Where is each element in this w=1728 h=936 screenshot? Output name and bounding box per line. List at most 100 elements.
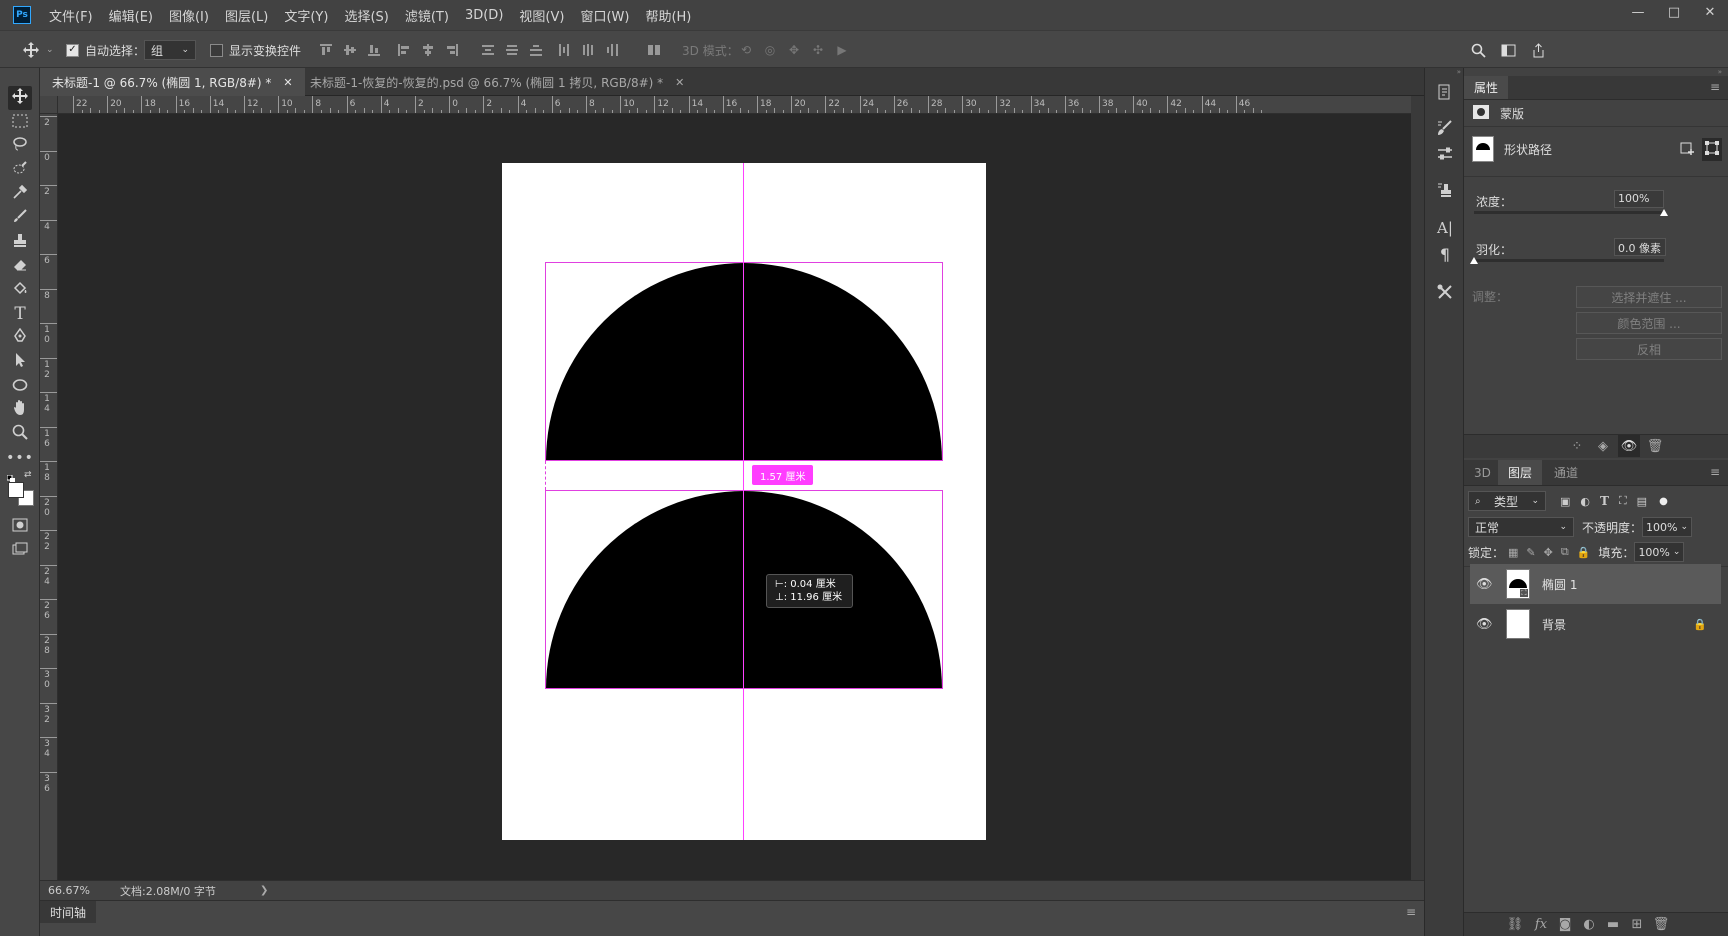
distribute-bottom-icon[interactable]	[528, 42, 544, 58]
adjustments-icon[interactable]	[1435, 144, 1455, 164]
path-select-tool[interactable]	[8, 350, 32, 374]
quick-mask-button[interactable]	[8, 514, 32, 538]
ruler-origin[interactable]	[40, 96, 58, 114]
layer-row-ellipse[interactable]: 👁 ⛶ 椭圆 1	[1470, 564, 1721, 604]
eyedropper-tool[interactable]	[8, 182, 32, 206]
minimize-button[interactable]: —	[1620, 0, 1656, 24]
new-group-icon[interactable]: ▬	[1602, 913, 1624, 935]
lasso-tool[interactable]	[8, 134, 32, 158]
paint-bucket-tool[interactable]	[8, 278, 32, 302]
load-selection-icon[interactable]: ⁘	[1566, 435, 1588, 457]
visibility-eye-icon[interactable]: 👁	[1476, 617, 1496, 632]
lock-all-icon[interactable]: 🔒	[1577, 546, 1591, 559]
menu-window[interactable]: 窗口(W)	[572, 6, 637, 25]
distribute-top-icon[interactable]	[480, 42, 496, 58]
blend-mode-dropdown[interactable]: 正常 ⌄	[1468, 517, 1574, 537]
feather-slider-thumb[interactable]	[1470, 257, 1478, 264]
move-tool[interactable]	[8, 86, 32, 110]
slide-3d-icon[interactable]: ✣	[810, 42, 826, 58]
menu-view[interactable]: 视图(V)	[511, 6, 572, 25]
add-mask-icon[interactable]: ◙	[1554, 913, 1576, 935]
close-tab-icon[interactable]: ✕	[675, 76, 684, 89]
collapse-icon[interactable]: »	[1425, 68, 1465, 76]
filter-adjustment-icon[interactable]: ◐	[1580, 495, 1590, 508]
align-hcenter-icon[interactable]	[420, 42, 436, 58]
tools-preset-icon[interactable]	[1435, 282, 1455, 302]
stamp-tool[interactable]	[8, 230, 32, 254]
auto-select-checkbox[interactable]: ✓ 自动选择：	[66, 40, 145, 60]
distribute-left-icon[interactable]	[556, 42, 572, 58]
density-slider-track[interactable]	[1474, 211, 1664, 214]
layer-row-background[interactable]: 👁 背景 🔒	[1470, 604, 1721, 644]
layers-menu-icon[interactable]: ≡	[1710, 465, 1720, 479]
filter-type-icon[interactable]: T	[1600, 494, 1609, 508]
vector-mask-icon[interactable]	[1702, 137, 1722, 161]
properties-menu-icon[interactable]: ≡	[1710, 80, 1720, 94]
brush-tool[interactable]	[8, 206, 32, 230]
menu-help[interactable]: 帮助(H)	[637, 6, 699, 25]
show-transform-checkbox[interactable]: 显示变换控件	[210, 40, 301, 60]
align-bottom-icon[interactable]	[366, 42, 382, 58]
align-right-icon[interactable]	[444, 42, 460, 58]
type-tool[interactable]: T	[8, 302, 32, 326]
move-tool-preset-picker[interactable]: ⌄	[22, 40, 54, 60]
close-button[interactable]: ✕	[1692, 0, 1728, 24]
horizontal-ruler[interactable]: 22 20 18 16 14 12 10 8 6 4 2 0 2 4 6 8 10 12 14 16 18 20 22 24 2…	[40, 96, 1411, 114]
screen-mode-button[interactable]	[8, 538, 32, 562]
zoom-level[interactable]: 66.67%	[48, 884, 120, 897]
tab-layers[interactable]: 图层	[1498, 460, 1543, 485]
filter-toggle-icon[interactable]: ●	[1659, 496, 1668, 507]
brush-settings-icon[interactable]	[1435, 118, 1455, 138]
feather-slider-track[interactable]	[1474, 259, 1664, 262]
clone-source-icon[interactable]	[1435, 180, 1455, 200]
menu-3d[interactable]: 3D(D)	[457, 8, 511, 23]
lock-position-icon[interactable]: ✥	[1544, 546, 1553, 559]
photoshop-logo[interactable]: Ps	[13, 6, 31, 24]
density-slider-thumb[interactable]	[1660, 209, 1668, 216]
menu-layer[interactable]: 图层(L)	[217, 6, 276, 25]
link-layers-icon[interactable]: ⛓	[1504, 913, 1526, 935]
tab-3d[interactable]: 3D	[1464, 460, 1501, 485]
distribute-right-icon[interactable]	[604, 42, 620, 58]
mask-icon[interactable]	[1472, 104, 1490, 123]
collapse-panels-icon[interactable]: »	[1464, 68, 1728, 76]
scale-3d-icon[interactable]: ▶	[834, 42, 850, 58]
document-tab-1[interactable]: 未标题-1 @ 66.7% (椭圆 1, RGB/8#) * ✕	[40, 68, 305, 96]
roll-3d-icon[interactable]: ◎	[762, 42, 778, 58]
pen-tool[interactable]	[8, 326, 32, 350]
document-tab-2[interactable]: 未标题-1-恢复的-恢复的.psd @ 66.7% (椭圆 1 拷贝, RGB/…	[298, 68, 696, 96]
select-and-mask-button[interactable]: 选择并遮住 ...	[1576, 286, 1722, 308]
align-vcenter-icon[interactable]	[342, 42, 358, 58]
timeline-menu-icon[interactable]: ≡	[1406, 905, 1416, 919]
menu-type[interactable]: 文字(Y)	[276, 6, 336, 25]
lock-icon[interactable]: 🔒	[1693, 618, 1707, 631]
delete-layer-icon[interactable]: 🗑	[1650, 913, 1672, 935]
foreground-color-swatch[interactable]	[8, 482, 24, 498]
align-top-icon[interactable]	[318, 42, 334, 58]
delete-mask-icon[interactable]: 🗑	[1644, 435, 1666, 457]
history-icon[interactable]	[1435, 82, 1455, 102]
search-icon[interactable]	[1470, 42, 1486, 58]
vertical-ruler[interactable]: 2024681012141618202224262830323436	[40, 96, 58, 880]
adjustment-layer-icon[interactable]: ◐	[1578, 913, 1600, 935]
timeline-tab[interactable]: 时间轴	[40, 901, 97, 923]
filter-shape-icon[interactable]: ⛶	[1619, 494, 1627, 508]
filter-pixel-icon[interactable]: ▣	[1560, 495, 1570, 508]
add-vector-mask-icon[interactable]	[1680, 140, 1696, 159]
default-colors-icon[interactable]	[6, 472, 15, 483]
align-left-icon[interactable]	[396, 42, 412, 58]
orbit-3d-icon[interactable]: ⟲	[738, 42, 754, 58]
color-range-button[interactable]: 颜色范围 ...	[1576, 312, 1722, 334]
lock-image-icon[interactable]: ✎	[1526, 546, 1535, 559]
lock-transparent-icon[interactable]: ▦	[1508, 546, 1518, 559]
paragraph-icon[interactable]: ¶	[1435, 244, 1455, 264]
fill-input[interactable]: 100% ⌄	[1634, 542, 1685, 562]
menu-image[interactable]: 图像(I)	[161, 6, 217, 25]
properties-tab[interactable]: 属性	[1464, 76, 1509, 99]
quick-select-tool[interactable]	[8, 158, 32, 182]
fx-icon[interactable]: fx	[1530, 913, 1552, 935]
filter-type-dropdown[interactable]: ⌕ 类型 ⌄	[1468, 491, 1546, 511]
maximize-button[interactable]: □	[1656, 0, 1692, 24]
shape-path-thumbnail[interactable]	[1472, 136, 1494, 162]
filter-smart-object-icon[interactable]: ▤	[1637, 495, 1647, 508]
